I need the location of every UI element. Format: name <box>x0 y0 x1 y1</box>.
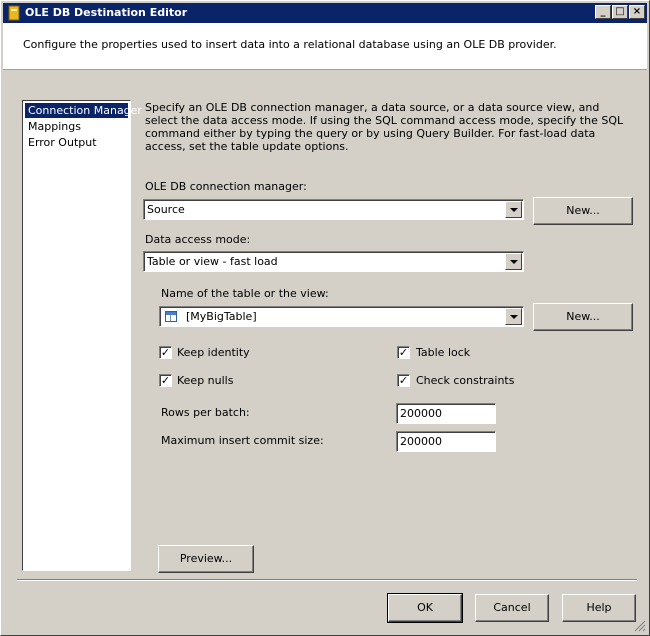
close-button[interactable]: × <box>629 5 645 19</box>
keep-nulls-checkbox[interactable]: ✓ <box>159 374 172 387</box>
keep-identity-label: Keep identity <box>177 346 250 359</box>
table-name-value: [MyBigTable] <box>186 310 257 323</box>
window-title: OLE DB Destination Editor <box>25 6 188 19</box>
access-mode-label: Data access mode: <box>145 233 251 246</box>
max-commit-label: Maximum insert commit size: <box>161 434 324 447</box>
checkmark-icon: ✓ <box>398 374 409 387</box>
check-constraints-checkbox[interactable]: ✓ <box>397 374 410 387</box>
keep-identity-checkbox[interactable]: ✓ <box>159 346 172 359</box>
connection-manager-value: Source <box>147 203 185 216</box>
table-name-combo[interactable]: [MyBigTable] <box>159 306 524 327</box>
rows-per-batch-input[interactable]: 200000 <box>396 403 496 424</box>
title-bar[interactable]: OLE DB Destination Editor _ □ × <box>3 3 647 23</box>
checkmark-icon: ✓ <box>160 346 171 359</box>
rows-per-batch-label: Rows per batch: <box>161 406 250 419</box>
nav-item-error-output[interactable]: Error Output <box>25 135 100 150</box>
header-description: Configure the properties used to insert … <box>23 38 557 51</box>
ok-button[interactable]: OK <box>387 593 463 623</box>
cancel-button[interactable]: Cancel <box>475 594 549 622</box>
navigation-list: Connection Manager Mappings Error Output <box>22 100 142 571</box>
new-table-button[interactable]: New... <box>533 303 633 331</box>
table-name-label: Name of the table or the view: <box>161 287 329 300</box>
header-banner: Configure the properties used to insert … <box>3 23 647 70</box>
dialog-window: OLE DB Destination Editor _ □ × Configur… <box>0 0 650 636</box>
maximize-button[interactable]: □ <box>612 5 628 19</box>
keep-nulls-label: Keep nulls <box>177 374 234 387</box>
preview-button[interactable]: Preview... <box>158 545 254 573</box>
check-constraints-label: Check constraints <box>416 374 515 387</box>
chevron-down-icon[interactable] <box>505 201 522 218</box>
footer-divider <box>17 579 637 581</box>
max-commit-input[interactable]: 200000 <box>396 431 496 452</box>
access-mode-combo[interactable]: Table or view - fast load <box>143 251 524 272</box>
chevron-down-icon[interactable] <box>505 308 522 325</box>
resize-grip-icon[interactable] <box>634 620 646 632</box>
minimize-button[interactable]: _ <box>595 5 611 19</box>
package-icon <box>8 5 20 21</box>
nav-item-connection-manager[interactable]: Connection Manager <box>25 103 142 118</box>
checkmark-icon: ✓ <box>398 346 409 359</box>
connection-manager-label: OLE DB connection manager: <box>145 180 307 193</box>
help-button[interactable]: Help <box>562 594 636 622</box>
connection-manager-combo[interactable]: Source <box>143 199 524 220</box>
nav-item-mappings[interactable]: Mappings <box>25 119 84 134</box>
table-icon <box>165 311 177 322</box>
table-lock-label: Table lock <box>416 346 471 359</box>
access-mode-value: Table or view - fast load <box>147 255 278 268</box>
new-connection-button[interactable]: New... <box>533 197 633 225</box>
table-lock-checkbox[interactable]: ✓ <box>397 346 410 359</box>
page-description: Specify an OLE DB connection manager, a … <box>145 101 624 153</box>
checkmark-icon: ✓ <box>160 374 171 387</box>
chevron-down-icon[interactable] <box>505 253 522 270</box>
